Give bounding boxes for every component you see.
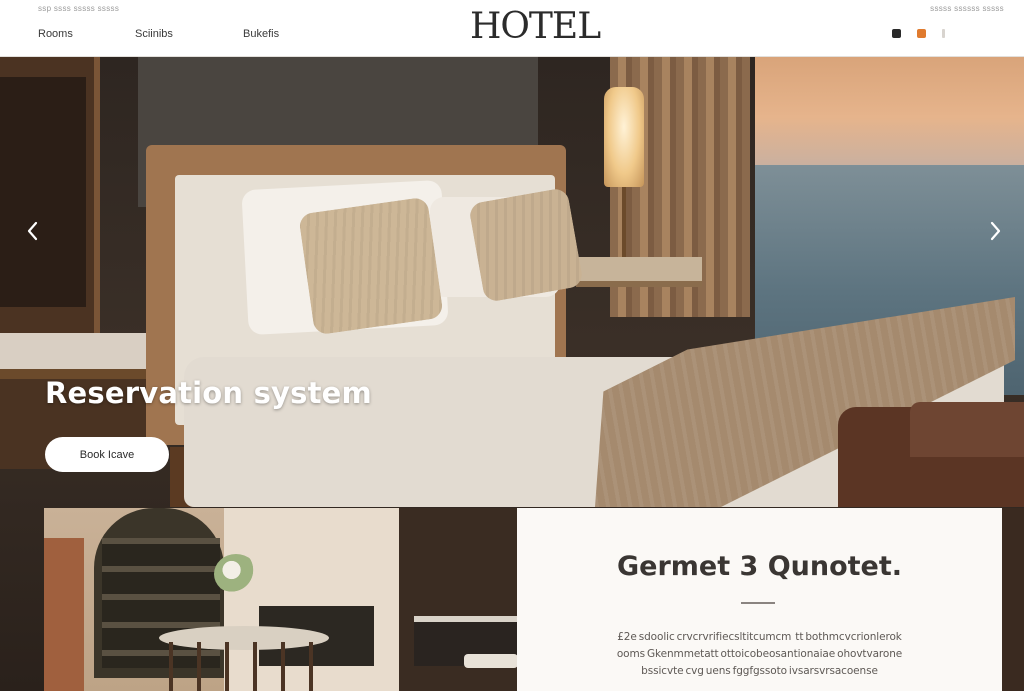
info-card: Germet 3 Qunotet. £2e sdoolic crvcrvrifi… (517, 508, 1002, 691)
info-card-title: Germet 3 Qunotet. (616, 551, 903, 582)
hero-bench-top (910, 402, 1024, 457)
info-card-text: £2e sdoolic crvcrvrifiecsltitcumcm tt bo… (517, 629, 1002, 680)
site-header: ssp ssss sssss sssss Rooms Sciinibs Buke… (0, 0, 1024, 57)
hero-lamp (604, 87, 644, 187)
dining-room-image[interactable] (44, 508, 518, 691)
dining-flowers (214, 554, 258, 594)
nav-services[interactable]: Sciinibs (135, 28, 243, 40)
top-note-left: ssp ssss sssss sssss (38, 4, 120, 13)
dining-door (44, 538, 84, 691)
hotel-logo[interactable]: HOTEL (470, 6, 601, 47)
hero-nightstand-right (576, 257, 702, 287)
book-now-button[interactable]: Book Icave (45, 437, 169, 472)
slider-prev-arrow-icon[interactable] (21, 220, 45, 244)
hero-left-frame (0, 57, 100, 357)
cart-icon[interactable] (917, 29, 926, 38)
dining-stool (464, 654, 518, 668)
menu-square-icon[interactable] (892, 29, 901, 38)
more-icon[interactable] (942, 29, 945, 38)
info-card-line: ooms Gkenmmetatt ottoicobeosantionaiae o… (616, 648, 903, 660)
hero-cushion (298, 196, 444, 336)
dining-chairs (169, 642, 329, 691)
nav-rooms[interactable]: Rooms (38, 28, 135, 40)
slider-next-arrow-icon[interactable] (983, 220, 1007, 244)
hero-cushion (468, 187, 584, 303)
right-image-strip (1002, 508, 1024, 691)
top-note-right: sssss ssssss sssss (930, 4, 1004, 13)
hero-lamp-stand (622, 185, 626, 265)
info-card-divider (741, 602, 775, 604)
info-card-line: bssicvte cvg uens fggfgssoto ivsarsvrsac… (641, 665, 878, 677)
info-card-line: £2e sdoolic crvcrvrifiecsltitcumcm tt bo… (617, 631, 902, 643)
hero-nightstand-left (0, 333, 160, 379)
nav-benefits[interactable]: Bukefis (243, 28, 279, 40)
header-icons (892, 29, 945, 38)
hero-title: Reservation system (45, 376, 372, 410)
hero-window-sky (755, 57, 1024, 167)
main-nav: Rooms Sciinibs Bukefis (38, 28, 279, 40)
